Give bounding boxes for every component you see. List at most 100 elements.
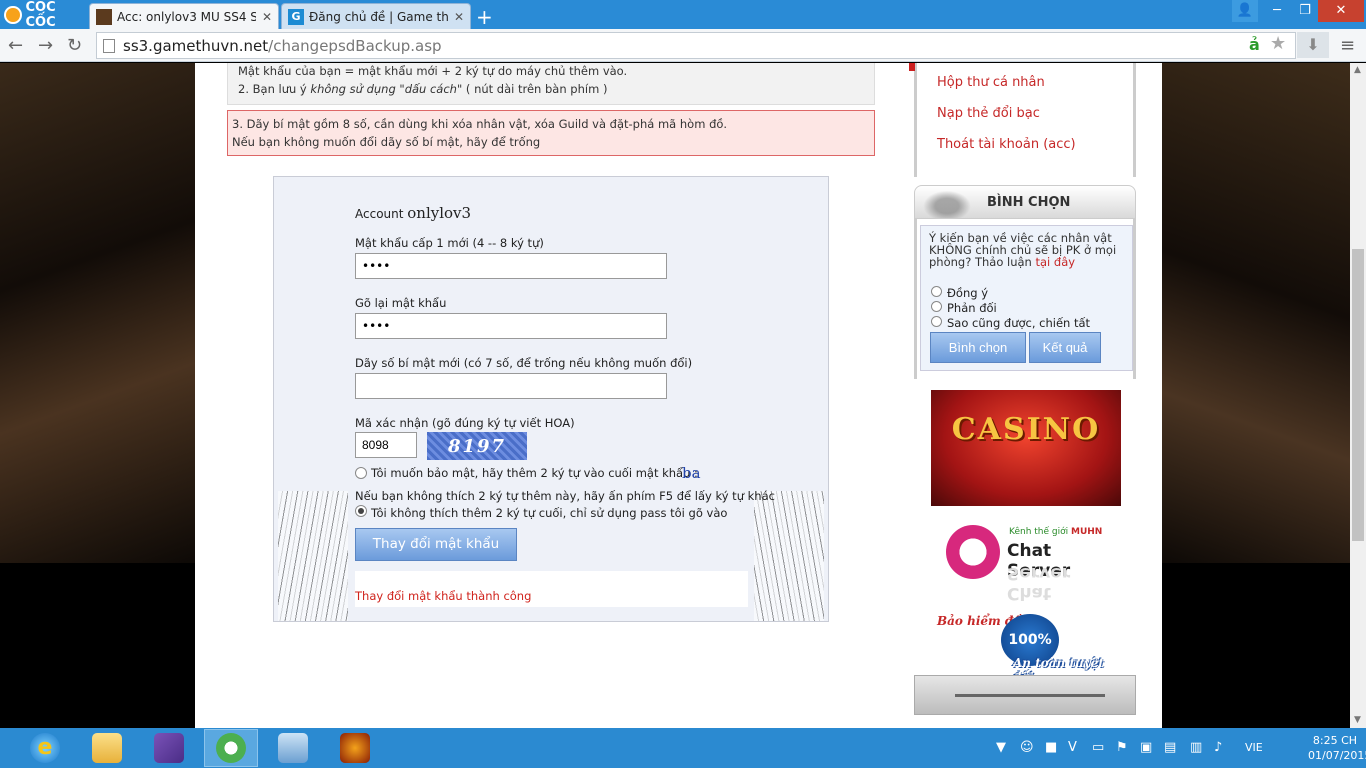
browser-menu-icon[interactable]: ≡ (1340, 35, 1355, 56)
browser-tab-bar: CỐC CỐC Acc: onlylov3 MU SS4 SS6 ✕ G Đăn… (0, 0, 1366, 30)
suffix-characters: ba (682, 464, 701, 482)
tray-display-icon[interactable]: ▥ (1190, 740, 1202, 755)
scroll-down-icon[interactable]: ▼ (1354, 715, 1361, 725)
menu-item-logout[interactable]: Thoát tài khoản (acc) (937, 137, 1076, 152)
account-label: Account onlylov3 (355, 204, 471, 222)
taskbar-remote-desktop[interactable] (266, 729, 320, 767)
chat-bubble-icon (946, 525, 1000, 579)
taskbar-file-explorer[interactable] (80, 729, 134, 767)
captcha-image: 8197 (427, 432, 527, 460)
menu-item-inbox[interactable]: Hộp thư cá nhân (937, 75, 1045, 90)
menu-tab-marker (909, 63, 915, 71)
coccoc-browser-icon (216, 733, 246, 763)
poll-option-radio[interactable] (931, 286, 942, 297)
user-profile-icon[interactable]: 👤 (1232, 0, 1258, 22)
change-password-form: Account onlylov3 Mật khẩu cấp 1 mới (4 -… (273, 176, 829, 622)
browser-logo[interactable]: CỐC CỐC (0, 0, 88, 30)
casino-banner-title: CASINO (951, 412, 1101, 447)
minimize-icon[interactable]: ─ (1262, 0, 1292, 22)
note-line: Mật khẩu của bạn = mật khẩu mới + 2 ký t… (238, 64, 628, 78)
restore-icon[interactable]: ❐ (1290, 0, 1320, 22)
navigation-bar: ← → ↻ ss3.gamethuvn.net /changepsdBackup… (0, 29, 1366, 62)
poll-result-button[interactable]: Kết quả (1029, 332, 1101, 363)
taskbar-internet-explorer[interactable]: e (18, 729, 72, 767)
account-value: onlylov3 (407, 204, 472, 222)
poll-body: Ý kiến bạn về việc các nhân vật KHÔNG ch… (914, 219, 1136, 379)
clock[interactable]: 8:25 CH 01/07/2015 (1308, 733, 1366, 763)
folder-icon (92, 733, 122, 763)
secret-code-label: Dãy số bí mật mới (có 7 số, để trống nếu… (355, 356, 693, 370)
insurance-banner[interactable]: Bảo hiểm đồ 100% An toàn tuyệt đối (933, 608, 1123, 684)
clock-time: 8:25 CH (1312, 734, 1358, 747)
tab-account[interactable]: Acc: onlylov3 MU SS4 SS6 ✕ (89, 3, 279, 29)
internet-explorer-icon: e (30, 733, 60, 763)
add-suffix-radio[interactable] (355, 467, 367, 479)
poll-title: BÌNH CHỌN (987, 195, 1071, 210)
download-icon[interactable]: ⬇ (1297, 32, 1329, 58)
page-viewport: Mật khẩu của bạn = mật khẩu mới + 2 ký t… (0, 63, 1366, 728)
tray-volume-icon[interactable]: ♪ (1214, 740, 1222, 755)
captcha-input[interactable] (355, 432, 417, 458)
mu-game-icon (340, 733, 370, 763)
tab-close-icon[interactable]: ✕ (454, 10, 464, 24)
tab-forum[interactable]: G Đăng chủ đề | Game thủ V ✕ (281, 3, 471, 29)
url-path: /changepsdBackup.asp (268, 36, 442, 55)
poll-discussion-link[interactable]: tại đây (1036, 255, 1076, 269)
back-arrow-icon[interactable]: ← (8, 35, 23, 56)
scroll-up-icon[interactable]: ▲ (1354, 65, 1361, 75)
menu-item-topup[interactable]: Nạp thẻ đổi bạc (937, 106, 1040, 121)
retype-password-input[interactable] (355, 313, 667, 339)
password-note: Mật khẩu của bạn = mật khẩu mới + 2 ký t… (227, 63, 875, 105)
note-text: ( nút dài trên bàn phím ) (462, 82, 608, 96)
coccoc-dictionary-icon[interactable]: ả (1249, 35, 1260, 54)
tray-emoji-icon[interactable]: ☺ (1020, 740, 1034, 755)
change-password-button[interactable]: Thay đổi mật khẩu (355, 528, 517, 561)
note-emphasis: không sử dụng "dấu cách" (310, 82, 463, 96)
bookmark-star-icon[interactable]: ★ (1270, 33, 1286, 54)
taskbar-visual-studio[interactable] (142, 729, 196, 767)
warrior-illustration-left (278, 491, 348, 621)
captcha-label: Mã xác nhận (gõ đúng ký tự viết HOA) (355, 416, 575, 430)
browser-logo-text: CỐC CỐC (25, 0, 56, 30)
new-password-input[interactable] (355, 253, 667, 279)
remote-desktop-icon (278, 733, 308, 763)
poll-option-label: Sao cũng được, chiến tất (947, 316, 1091, 330)
tray-monitor-icon[interactable]: ▣ (1140, 740, 1152, 755)
address-bar[interactable]: ss3.gamethuvn.net /changepsdBackup.asp (96, 32, 1296, 59)
note-line: Nếu bạn không muốn đổi dãy số bí mật, hã… (232, 135, 541, 149)
tray-window-icon[interactable]: ▭ (1092, 740, 1104, 755)
poll-option-radio[interactable] (931, 316, 942, 327)
mu-favicon-icon (96, 8, 112, 25)
language-indicator[interactable]: VIE (1245, 741, 1263, 754)
background-art-right (1162, 63, 1350, 563)
no-suffix-radio[interactable] (355, 505, 367, 517)
vote-button[interactable]: Bình chọn (930, 332, 1026, 363)
vertical-scrollbar[interactable]: ▲ ▼ (1350, 63, 1366, 728)
tray-flag-icon[interactable]: ⚑ (1116, 740, 1128, 755)
tray-network-icon[interactable]: ▤ (1164, 740, 1176, 755)
taskbar-coccoc[interactable] (204, 729, 258, 767)
add-suffix-label: Tôi muốn bảo mật, hãy thêm 2 ký tự vào c… (371, 466, 698, 480)
tray-v-icon[interactable]: V (1068, 740, 1077, 755)
tray-expand-icon[interactable]: ▼ (996, 740, 1006, 755)
casino-banner[interactable]: CASINO (931, 390, 1121, 506)
account-label-text: Account (355, 207, 408, 221)
taskbar-mu-game[interactable] (328, 729, 382, 767)
tab-close-icon[interactable]: ✕ (262, 10, 272, 24)
forward-arrow-icon[interactable]: → (38, 35, 53, 56)
poll-header: BÌNH CHỌN (914, 185, 1136, 219)
poll-option-label: Phản đối (947, 301, 997, 315)
gamethu-favicon-icon: G (288, 8, 304, 25)
secret-code-input[interactable] (355, 373, 667, 399)
scrollbar-thumb[interactable] (1352, 249, 1364, 541)
new-tab-icon[interactable]: + (476, 5, 493, 29)
chat-server-banner[interactable]: Kênh thế giới MUHN Chat Server Chat Serv… (933, 511, 1119, 603)
suffix-hint: Nếu bạn không thích 2 ký tự thêm này, hã… (355, 489, 775, 503)
tray-app-icon[interactable]: ■ (1045, 740, 1057, 755)
reload-icon[interactable]: ↻ (67, 35, 82, 56)
note-line: 3. Dãy bí mật gồm 8 số, cần dùng khi xóa… (232, 117, 728, 131)
poll-question-text: Ý kiến bạn về việc các nhân vật KHÔNG ch… (929, 231, 1117, 269)
poll-option-radio[interactable] (931, 301, 942, 312)
coccoc-logo-icon (4, 5, 22, 24)
window-close-icon[interactable]: ✕ (1318, 0, 1364, 22)
